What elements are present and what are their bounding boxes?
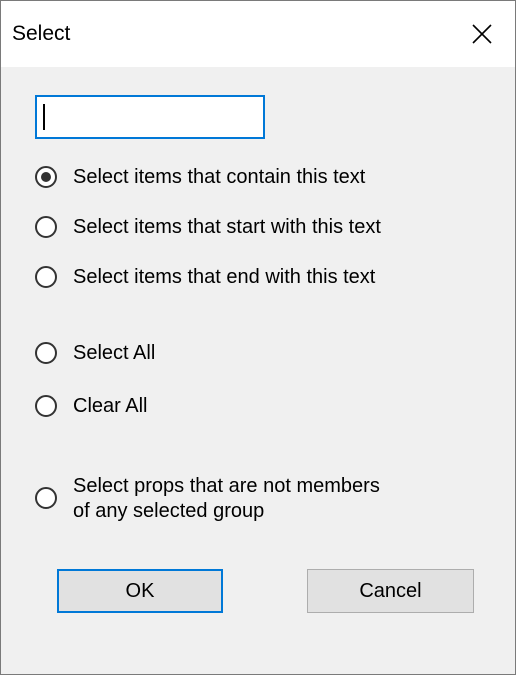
radio-ends-with-text[interactable]: Select items that end with this text bbox=[35, 265, 375, 290]
radio-label-contains: Select items that contain this text bbox=[73, 166, 366, 188]
radio-label-clear-all: Clear All bbox=[73, 395, 148, 417]
cancel-button[interactable]: Cancel bbox=[307, 569, 474, 613]
radio-label-select-all: Select All bbox=[73, 342, 156, 364]
radio-label-line-1: Select props that are not members bbox=[73, 475, 380, 497]
close-button[interactable] bbox=[449, 1, 515, 67]
radio-label-starts-with: Select items that start with this text bbox=[73, 216, 381, 238]
radio-button[interactable] bbox=[35, 216, 57, 238]
radio-button[interactable] bbox=[35, 342, 57, 364]
radio-select-all[interactable]: Select All bbox=[35, 341, 155, 366]
text-caret bbox=[43, 104, 45, 130]
radio-label-props-not-members: Select props that are not members of any… bbox=[73, 474, 380, 524]
dialog-body: Select items that contain this text Sele… bbox=[1, 67, 515, 674]
radio-label-line-2: of any selected group bbox=[73, 500, 265, 522]
radio-button[interactable] bbox=[35, 487, 57, 509]
radio-select-props-not-members[interactable]: Select props that are not members of any… bbox=[35, 474, 380, 524]
window-title: Select bbox=[12, 22, 71, 45]
close-icon bbox=[472, 24, 492, 44]
radio-button-checked[interactable] bbox=[35, 166, 57, 188]
select-dialog: Select Select items that contain this te… bbox=[0, 0, 516, 675]
radio-label-ends-with: Select items that end with this text bbox=[73, 266, 376, 288]
radio-clear-all[interactable]: Clear All bbox=[35, 394, 147, 419]
title-bar: Select bbox=[1, 1, 515, 67]
radio-button[interactable] bbox=[35, 266, 57, 288]
radio-starts-with-text[interactable]: Select items that start with this text bbox=[35, 215, 381, 240]
radio-contains-text[interactable]: Select items that contain this text bbox=[35, 165, 365, 190]
search-text-input[interactable] bbox=[35, 95, 265, 139]
radio-button[interactable] bbox=[35, 395, 57, 417]
ok-button[interactable]: OK bbox=[57, 569, 223, 613]
